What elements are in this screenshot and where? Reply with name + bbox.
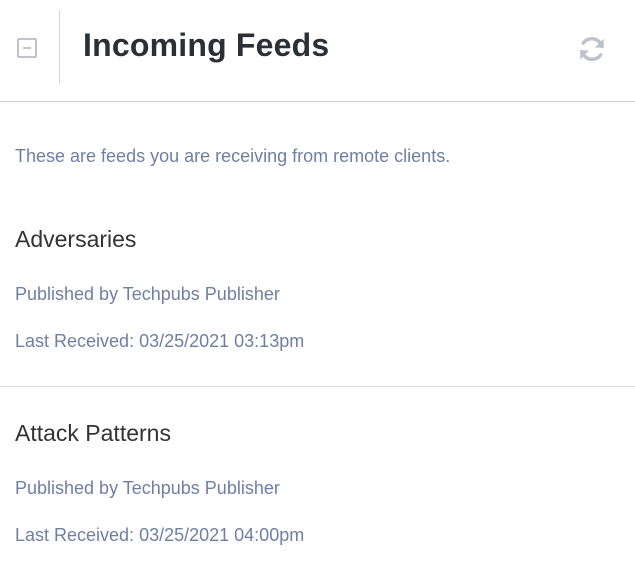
feed-last-received: Last Received: 03/25/2021 03:13pm (15, 331, 305, 351)
minus-glyph (23, 47, 31, 49)
feed-name: Adversaries (15, 226, 137, 252)
refresh-icon[interactable] (576, 33, 608, 65)
feed-publisher-link[interactable]: Published by Techpubs Publisher (15, 284, 280, 305)
panel-header: Incoming Feeds (0, 0, 635, 102)
feed-item: Attack Patterns Published by Techpubs Pu… (0, 416, 635, 576)
header-divider (59, 10, 60, 84)
feed-last-received: Last Received: 03/25/2021 04:00pm (15, 525, 305, 545)
feed-item: Adversaries Published by Techpubs Publis… (0, 222, 635, 387)
panel-title: Incoming Feeds (83, 27, 330, 63)
intro-text: These are feeds you are receiving from r… (15, 146, 451, 166)
feed-publisher-link[interactable]: Published by Techpubs Publisher (15, 478, 280, 499)
incoming-feeds-panel: Incoming Feeds These are feeds you are r… (0, 0, 635, 576)
feed-name: Attack Patterns (15, 420, 171, 446)
minus-square-icon[interactable] (17, 38, 37, 58)
